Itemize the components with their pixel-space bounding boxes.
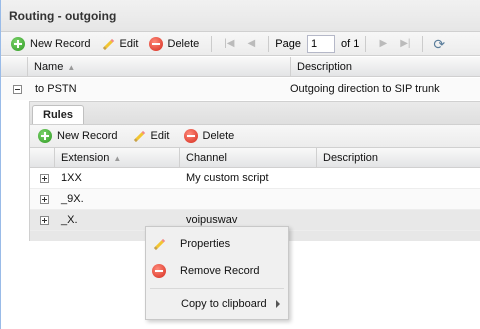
rule-extension: _9X. [61, 193, 84, 205]
expander-cell [30, 173, 55, 183]
page-count: of 1 [341, 37, 360, 50]
delete-label: Delete [167, 37, 200, 50]
copy-to-clipboard-label: Copy to clipboard [181, 298, 267, 310]
refresh-icon[interactable]: ⟳ [433, 37, 447, 51]
new-record-button[interactable]: New Record [7, 34, 95, 54]
new-record-label: New Record [30, 37, 91, 50]
rules-expander-column-header [30, 148, 55, 168]
main-toolbar: New Record Edit Delete |◀ ◀ Page of 1 ▶ … [1, 32, 480, 56]
rules-new-record-button[interactable]: New Record [34, 126, 122, 146]
extension-column-label: Extension [61, 152, 110, 164]
prev-page-icon[interactable]: ◀ [243, 36, 259, 52]
description-column-header[interactable]: Description [291, 57, 480, 77]
first-page-icon[interactable]: |◀ [221, 36, 237, 52]
rules-new-record-label: New Record [57, 130, 118, 142]
delete-icon [152, 264, 166, 278]
add-icon [38, 129, 52, 143]
tab-strip: Rules [30, 102, 480, 124]
expand-icon[interactable] [40, 173, 49, 183]
next-page-icon[interactable]: ▶ [375, 36, 391, 52]
last-page-icon[interactable]: ▶| [397, 36, 413, 52]
expander-column-header [1, 57, 28, 77]
table-row[interactable]: 1XX My custom script [30, 168, 480, 189]
tab-rules[interactable]: Rules [32, 105, 84, 124]
toolbar-separator [211, 35, 213, 52]
row-name: to PSTN [35, 83, 77, 95]
expand-icon[interactable] [40, 194, 49, 204]
rules-description-column-header[interactable]: Description [317, 148, 480, 168]
properties-menu-item[interactable]: Properties [146, 233, 288, 255]
table-row[interactable]: _9X. [30, 189, 480, 210]
edit-button[interactable]: Edit [97, 34, 143, 54]
toolbar-separator [268, 35, 270, 52]
rules-grid-header: Extension ▲ Channel Description [30, 148, 480, 168]
toolbar-separator [365, 35, 367, 52]
rule-extension: 1XX [61, 172, 82, 184]
delete-icon [183, 129, 198, 143]
remove-record-menu-item[interactable]: Remove Record [146, 260, 288, 282]
channel-column-label: Channel [186, 152, 227, 164]
pencil-icon [132, 129, 146, 143]
extension-column-header[interactable]: Extension ▲ [55, 148, 180, 168]
panel-title: Routing - outgoing [1, 0, 480, 32]
name-column-header[interactable]: Name ▲ [28, 57, 291, 77]
toolbar-separator [422, 35, 424, 52]
page-label: Page [275, 37, 301, 50]
grid-header: Name ▲ Description [1, 57, 480, 77]
properties-label: Properties [180, 238, 231, 250]
rule-channel: voipuswav [186, 214, 238, 226]
expander-cell [30, 194, 55, 204]
description-column-label: Description [297, 61, 353, 73]
rules-subpanel: Rules New Record Edit Delete Extension ▲ … [29, 101, 480, 241]
rule-channel: My custom script [186, 172, 269, 184]
channel-column-header[interactable]: Channel [180, 148, 317, 168]
row-description: Outgoing direction to SIP trunk [290, 83, 440, 95]
expander-cell [30, 215, 55, 225]
copy-to-clipboard-menu-item[interactable]: Copy to clipboard [146, 293, 288, 315]
rules-delete-label: Delete [202, 130, 235, 142]
rule-extension: _X. [61, 214, 78, 226]
expand-icon[interactable] [40, 215, 49, 225]
sort-asc-icon: ▲ [67, 63, 76, 72]
edit-label: Edit [119, 37, 139, 50]
pencil-icon [101, 37, 115, 51]
routing-panel: Routing - outgoing New Record Edit Delet… [0, 0, 480, 329]
name-column-label: Name [34, 61, 64, 73]
rules-delete-button[interactable]: Delete [180, 126, 239, 146]
delete-button[interactable]: Delete [145, 34, 204, 54]
menu-separator [150, 288, 284, 289]
rules-toolbar: New Record Edit Delete [30, 124, 480, 148]
remove-record-label: Remove Record [180, 265, 260, 277]
page-number-input[interactable] [307, 34, 335, 53]
rules-edit-button[interactable]: Edit [128, 126, 174, 146]
collapse-icon[interactable] [13, 84, 22, 94]
sort-asc-icon: ▲ [113, 154, 122, 163]
pencil-icon [152, 237, 166, 251]
rules-description-column-label: Description [323, 152, 379, 164]
rules-edit-label: Edit [150, 130, 170, 142]
table-row[interactable]: to PSTN Outgoing direction to SIP trunk [1, 78, 480, 100]
delete-icon [148, 36, 163, 51]
submenu-arrow-icon [276, 300, 280, 308]
context-menu: Properties Remove Record Copy to clipboa… [145, 226, 289, 320]
add-icon [11, 36, 25, 51]
